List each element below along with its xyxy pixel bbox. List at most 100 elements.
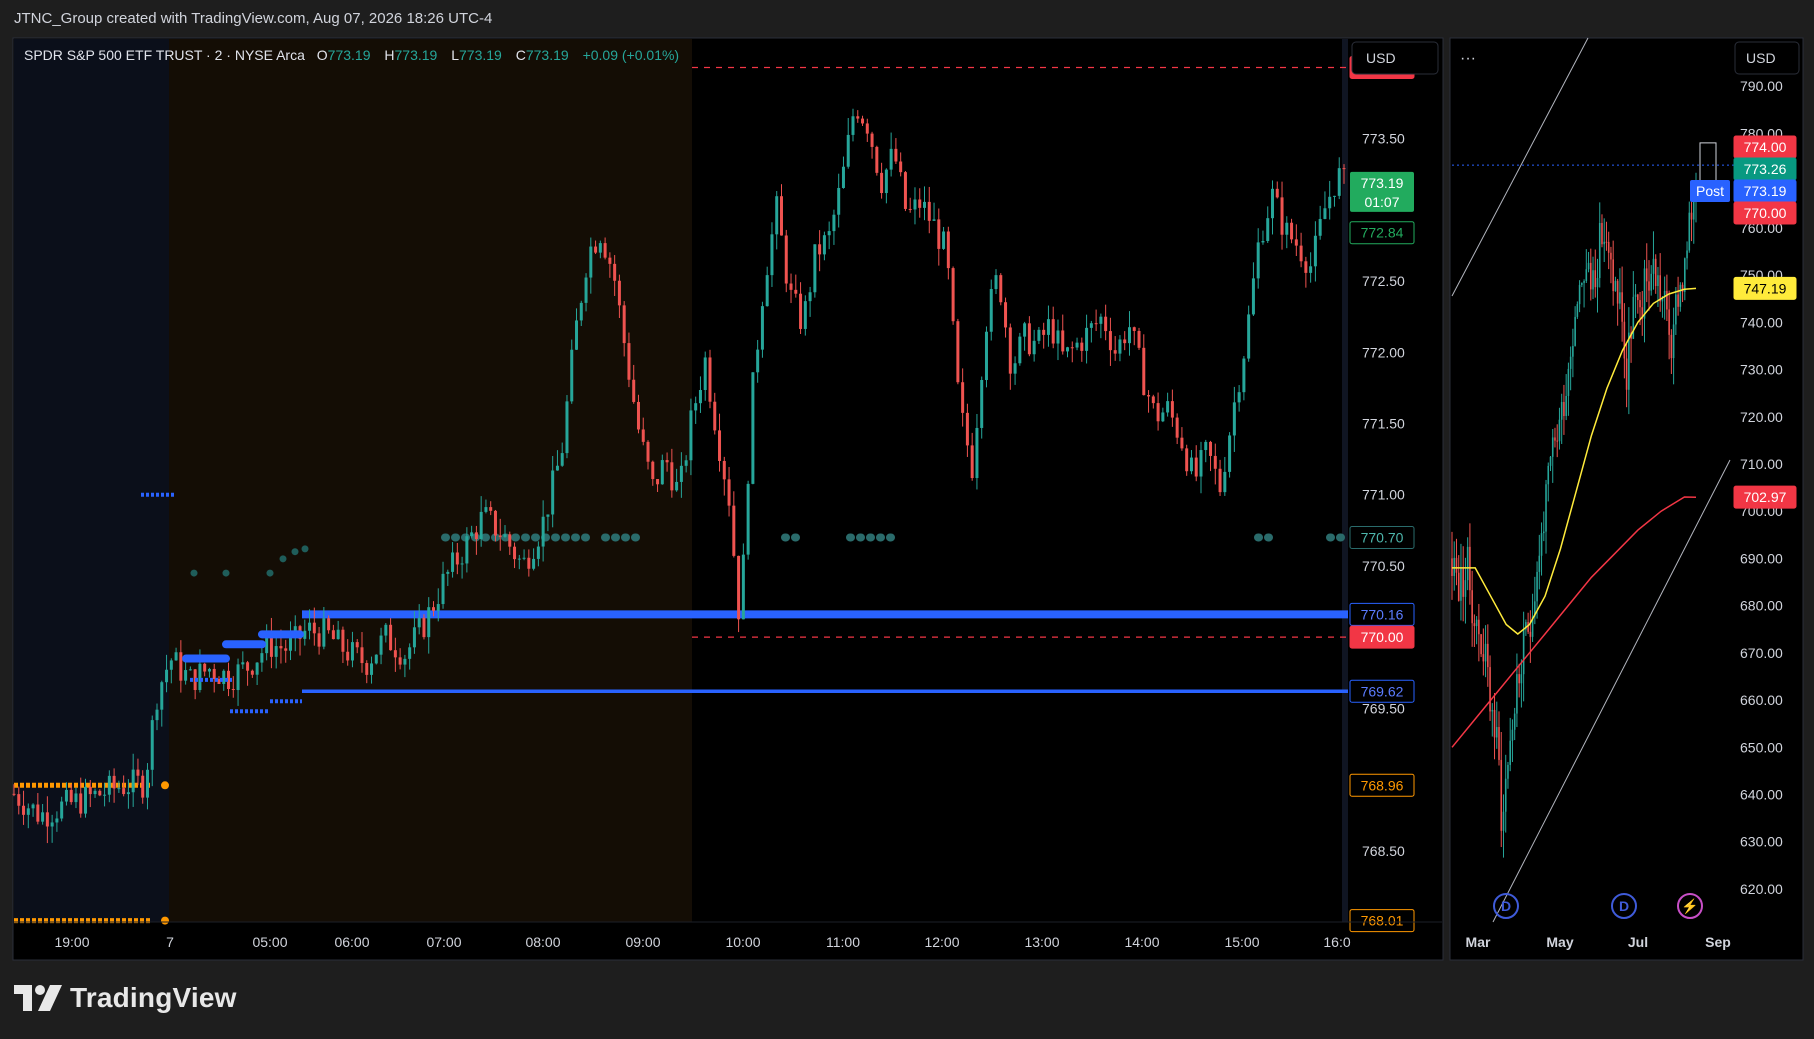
side-candle-body [1511,729,1514,741]
main-candle-body [579,302,583,321]
side-candle-body [1672,324,1675,359]
side-y-tick-label: 670.00 [1740,645,1783,661]
tag-green-outline-label: 772.84 [1361,225,1404,241]
side-post-badge-label: Post [1696,183,1724,199]
main-candle-body [1185,448,1189,472]
main-candle-body [484,507,488,512]
side-candle-body [1504,778,1507,812]
side-y-tick-label: 640.00 [1740,787,1783,803]
side-candle-body [1581,282,1583,285]
main-candle-body [1175,417,1179,438]
main-candle-body [93,790,97,795]
main-candle-body [1161,412,1165,422]
main-candle-body [136,769,140,776]
main-candle-body [746,483,750,555]
main-candle-body [1127,327,1131,344]
main-candle-body [431,607,435,611]
main-candle-body [589,246,593,278]
side-tag-red-label: 702.97 [1744,489,1787,505]
side-candle-body [1589,262,1592,290]
side-candle-body [1542,531,1545,534]
side-menu-icon[interactable]: ··· [1460,50,1476,67]
main-candle-body [789,283,793,290]
legend-symbol: SPDR S&P 500 ETF TRUST · 2 · NYSE Arca [24,47,305,63]
main-candle-body [427,607,431,638]
side-candle-body [1556,440,1559,442]
side-currency-label: USD [1746,50,1776,66]
side-candle-body [1513,713,1516,730]
main-candle-body [1204,441,1208,451]
main-candle-body [74,793,78,803]
side-tag-red-label: 770.00 [1744,205,1787,221]
main-candle-body [184,670,188,681]
main-candle-body [827,231,831,236]
event-marker-label: D [1619,898,1629,914]
main-candle-body [446,571,450,574]
main-x-tick-label: 13:00 [1024,934,1059,950]
main-candle-body [374,654,378,664]
side-candle-body [1529,631,1532,637]
side-x-tick-label: Sep [1705,934,1731,950]
side-candle-body [1675,294,1677,325]
side-candle-body [1509,740,1512,765]
main-candle-body [107,775,111,795]
tradingview-logo[interactable]: TradingView [14,980,237,1016]
side-candle-body [1605,241,1608,243]
legend-l-label: L [451,47,459,63]
main-candle-body [408,647,412,659]
main-candle-body [341,629,345,652]
main-candle-body [713,401,717,431]
side-candle-body [1686,250,1688,259]
main-candle-body [1066,347,1070,352]
main-candle-body [732,505,736,556]
main-candle-body [1251,278,1255,315]
main-candle-body [379,635,383,655]
main-candle-body [117,788,121,790]
side-candle-body [1480,634,1482,655]
main-candle-body [479,511,483,540]
main-candle-body [141,775,145,798]
tradingview-logo-text: TradingView [70,982,237,1013]
main-candle-body [69,789,73,803]
main-candle-body [636,401,640,430]
main-candle-body [775,196,779,235]
indicator-dot-teal [279,555,287,563]
main-candle-body [322,618,326,647]
main-candle-body [460,563,464,565]
side-candle-body [1536,571,1538,602]
main-candle-body [403,658,407,665]
side-y-tick-label: 620.00 [1740,881,1783,897]
main-candle-body [694,403,698,411]
main-candle-body [517,558,521,560]
main-candle-body [703,357,707,390]
side-y-tick-label: 680.00 [1740,598,1783,614]
side-candle-body [1652,258,1655,274]
main-candle-body [122,788,126,795]
side-candle-body [1625,358,1628,390]
main-candle-body [241,662,245,665]
side-chart[interactable]: 620.00 630.00 640.00 650.00 660.00 670.00 680.… [1449,37,1804,961]
main-candle-body [126,792,130,795]
side-candle-body [1567,368,1570,396]
main-candle-body [541,516,545,547]
main-candle-body [822,235,826,255]
side-candle-body [1455,557,1458,573]
side-candle-body [1473,623,1476,627]
main-x-tick-label: 15:00 [1224,934,1259,950]
main-candle-body [465,536,469,564]
side-candle-body [1487,643,1489,668]
side-candle-body [1659,275,1661,302]
main-candle-body [1228,435,1232,472]
side-y-tick-label: 740.00 [1740,314,1783,330]
main-chart[interactable]: 768.50769.50770.50771.00771.50772.00772.… [12,37,1444,961]
legend-l-value: 773.19 [459,47,502,63]
side-candle-body [1484,643,1487,662]
main-candle-body [560,453,564,466]
main-candle-body [436,604,440,611]
main-candle-body [169,660,173,670]
main-candle-body [236,664,240,691]
main-candle-body [584,277,588,303]
main-x-tick-label: 11:00 [826,934,860,950]
main-candle-body [894,148,898,162]
side-candle-body [1565,395,1567,416]
